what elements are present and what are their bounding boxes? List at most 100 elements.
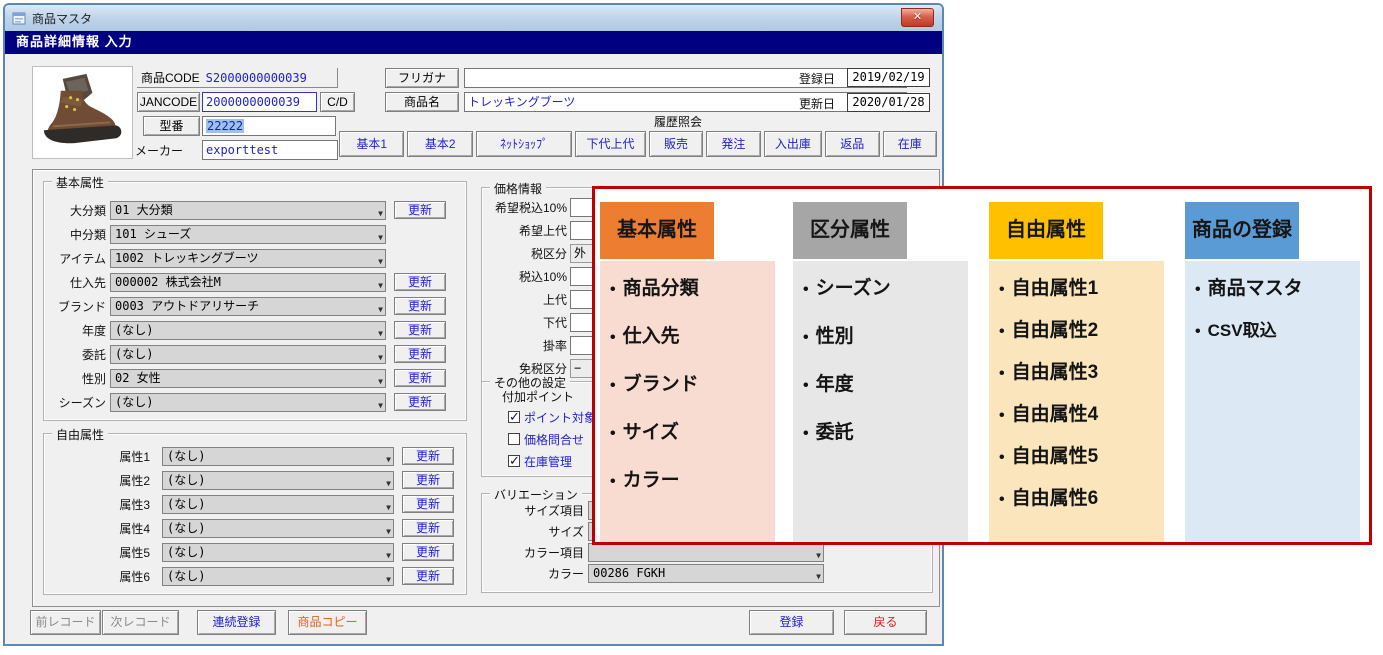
variation-combobox[interactable] bbox=[588, 543, 824, 562]
product-copy-button[interactable]: 商品コピー bbox=[288, 610, 367, 635]
bullet-icon: • bbox=[803, 278, 809, 302]
overlay-bullet-item: •自由属性3 bbox=[999, 361, 1164, 403]
continuous-register-button[interactable]: 連続登録 bbox=[197, 610, 276, 635]
attribute-combobox[interactable]: 101 シューズ bbox=[110, 225, 386, 244]
bullet-icon: • bbox=[999, 278, 1005, 302]
price-info-title: 価格情報 bbox=[490, 180, 546, 197]
attribute-row: 委託 (なし) 更新 bbox=[50, 342, 460, 366]
attribute-label: アイテム bbox=[50, 250, 106, 267]
update-button[interactable]: 更新 bbox=[394, 273, 446, 291]
update-button[interactable]: 更新 bbox=[402, 519, 454, 537]
update-button[interactable]: 更新 bbox=[394, 369, 446, 387]
free-attributes-rows: 属性1 (なし) 更新 属性2 (なし) 更新 bbox=[50, 444, 460, 588]
attribute-combobox[interactable]: (なし) bbox=[162, 471, 394, 490]
overlay-bullet-item: •性別 bbox=[803, 325, 968, 373]
history-tab[interactable]: 入出庫 bbox=[764, 131, 822, 157]
attribute-label: ブランド bbox=[50, 298, 106, 315]
attribute-combobox[interactable]: 01 大分類 bbox=[110, 201, 386, 220]
checkbox-row: 価格問合せ bbox=[508, 428, 596, 450]
attribute-combobox[interactable]: 0003 アウトドアリサーチ bbox=[110, 297, 386, 316]
attribute-combobox[interactable]: (なし) bbox=[110, 321, 386, 340]
update-button[interactable]: 更新 bbox=[394, 345, 446, 363]
next-record-button[interactable]: 次レコード bbox=[102, 610, 179, 635]
back-button[interactable]: 戻る bbox=[844, 610, 927, 635]
bullet-text: カラー bbox=[623, 469, 680, 493]
basic-attributes-title: 基本属性 bbox=[52, 174, 108, 191]
bullet-text: 年度 bbox=[816, 373, 854, 397]
screenshot-root: 商品マスタ ✕ 商品詳細情報 入力 bbox=[0, 0, 1383, 655]
update-button[interactable]: 更新 bbox=[394, 393, 446, 411]
history-tab[interactable]: 返品 bbox=[825, 131, 879, 157]
window-titlebar[interactable]: 商品マスタ ✕ bbox=[5, 5, 942, 31]
update-button[interactable]: 更新 bbox=[394, 201, 446, 219]
update-button[interactable]: 更新 bbox=[402, 567, 454, 585]
overlay-column: 基本属性•商品分類•仕入先•ブランド•サイズ•カラー bbox=[600, 202, 775, 542]
product-name-button[interactable]: 商品名 bbox=[385, 92, 459, 112]
kana-input[interactable] bbox=[464, 68, 907, 88]
attribute-combobox[interactable]: (なし) bbox=[162, 543, 394, 562]
history-tab[interactable]: 発注 bbox=[706, 131, 760, 157]
attribute-combobox[interactable]: (なし) bbox=[162, 495, 394, 514]
attribute-row: 仕入先 000002 株式会社M 更新 bbox=[50, 270, 460, 294]
variation-label: カラー bbox=[488, 565, 584, 582]
update-button[interactable]: 更新 bbox=[402, 471, 454, 489]
attribute-row: 属性4 (なし) 更新 bbox=[50, 516, 460, 540]
attribute-combobox[interactable]: 02 女性 bbox=[110, 369, 386, 388]
jancode-button[interactable]: JANCODE bbox=[137, 92, 200, 112]
attribute-combobox[interactable]: (なし) bbox=[110, 393, 386, 412]
attribute-label: 属性4 bbox=[50, 520, 150, 537]
overlay-column: 区分属性•シーズン•性別•年度•委託 bbox=[793, 202, 968, 542]
history-tab[interactable]: 在庫 bbox=[883, 131, 937, 157]
update-button[interactable]: 更新 bbox=[394, 297, 446, 315]
product-code-button[interactable]: 商品CODE S2000000000039 bbox=[137, 68, 338, 88]
jancode-input[interactable]: 2000000000039 bbox=[202, 92, 317, 112]
kana-button[interactable]: フリガナ bbox=[385, 68, 459, 88]
attribute-combobox[interactable]: (なし) bbox=[162, 447, 394, 466]
register-button[interactable]: 登録 bbox=[749, 610, 834, 635]
attribute-label: 性別 bbox=[50, 370, 106, 387]
overlay-bullet-item: • 年度 bbox=[803, 373, 968, 421]
overlay-column-title: 商品の登録 bbox=[1185, 202, 1299, 259]
update-button[interactable]: 更新 bbox=[402, 495, 454, 513]
history-tab[interactable]: ﾈｯﾄｼｮｯﾌﾟ bbox=[476, 131, 572, 157]
checkbox[interactable] bbox=[508, 455, 520, 467]
attribute-combobox[interactable]: 1002 トレッキングブーツ bbox=[110, 249, 386, 268]
overlay-bullet-item: •自由属性6 bbox=[999, 487, 1164, 529]
variation-combobox[interactable]: 00286 FGKH bbox=[588, 564, 824, 583]
checkbox-label: 在庫管理 bbox=[524, 453, 572, 470]
price-label: 上代 bbox=[488, 291, 567, 308]
checkbox[interactable] bbox=[508, 433, 520, 445]
model-number-button[interactable]: 型番 bbox=[143, 116, 200, 136]
update-button[interactable]: 更新 bbox=[402, 543, 454, 561]
attribute-combobox[interactable]: 000002 株式会社M bbox=[110, 273, 386, 292]
check-digit-button[interactable]: C/D bbox=[320, 92, 355, 112]
history-tab[interactable]: 販売 bbox=[649, 131, 703, 157]
bullet-icon: • bbox=[803, 374, 809, 398]
history-tab[interactable]: 基本2 bbox=[407, 131, 472, 157]
attribute-combobox[interactable]: (なし) bbox=[110, 345, 386, 364]
overlay-column-title: 自由属性 bbox=[989, 202, 1103, 259]
history-tab[interactable]: 下代上代 bbox=[575, 131, 645, 157]
bullet-text: 委託 bbox=[816, 421, 854, 445]
history-tab[interactable]: 基本1 bbox=[339, 131, 404, 157]
bullet-icon: • bbox=[999, 362, 1005, 386]
update-button[interactable]: 更新 bbox=[394, 321, 446, 339]
attribute-combobox[interactable]: (なし) bbox=[162, 567, 394, 586]
overlay-bullet-item: •自由属性4 bbox=[999, 403, 1164, 445]
close-icon[interactable]: ✕ bbox=[901, 8, 934, 27]
attribute-row: 属性5 (なし) 更新 bbox=[50, 540, 460, 564]
price-label: 下代 bbox=[488, 314, 567, 331]
history-tab-bar: 基本1 基本2 ﾈｯﾄｼｮｯﾌﾟ 下代上代 販売 発注 入出庫 返品 在庫 bbox=[339, 131, 937, 158]
model-number-input[interactable]: 22222 bbox=[202, 116, 336, 136]
maker-input[interactable]: exporttest bbox=[202, 140, 338, 160]
product-name-input[interactable]: トレッキングブーツ bbox=[464, 92, 907, 112]
attribute-combobox[interactable]: (なし) bbox=[162, 519, 394, 538]
bullet-text: CSV取込 bbox=[1208, 319, 1277, 343]
prev-record-button[interactable]: 前レコード bbox=[30, 610, 101, 635]
overlay-column: 商品の登録•商品マスタ•CSV取込 bbox=[1185, 202, 1360, 542]
selected-text: 22222 bbox=[206, 119, 244, 133]
attribute-label: 中分類 bbox=[50, 226, 106, 243]
checkbox[interactable] bbox=[508, 411, 520, 423]
variation-row: カラー項目 bbox=[488, 542, 926, 563]
update-button[interactable]: 更新 bbox=[402, 447, 454, 465]
